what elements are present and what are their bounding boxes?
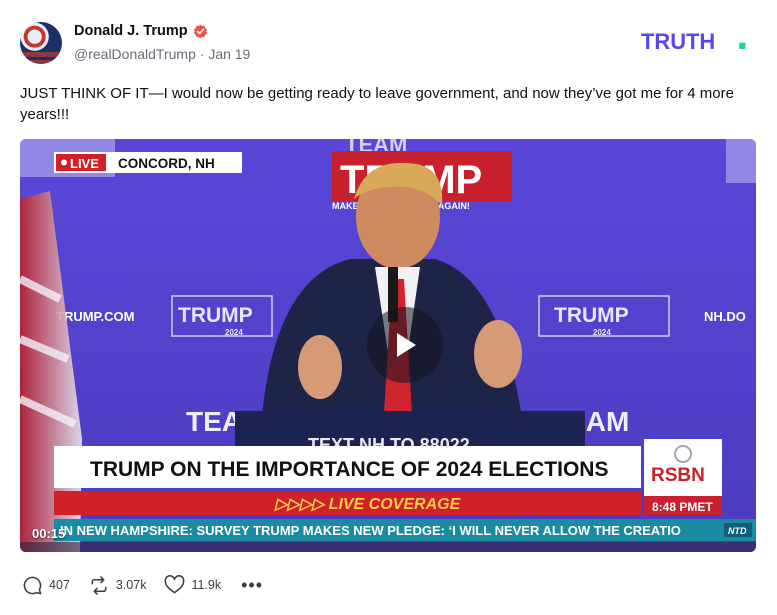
- post-body-text: JUST THINK OF IT—I would now be getting …: [20, 85, 734, 123]
- author-display-name[interactable]: Donald J. Trump: [74, 23, 188, 39]
- video-timecode: 00:15: [32, 526, 66, 541]
- reply-button[interactable]: 407: [22, 575, 70, 596]
- avatar[interactable]: [20, 22, 62, 64]
- reply-icon: [23, 576, 42, 594]
- backdrop-url-left: TRUMP.COM: [56, 309, 134, 324]
- network-name: RSBN: [651, 465, 705, 486]
- heart-icon: [165, 575, 185, 594]
- meta-separator: ·: [199, 46, 205, 62]
- headline-text: TRUMP ON THE IMPORTANCE OF 2024 ELECTION…: [90, 458, 608, 481]
- like-count: 11.9k: [191, 578, 222, 592]
- truth-logo-dot: [739, 42, 746, 49]
- post-header: Donald J. Trump @realDonaldTrump · Jan 1…: [20, 20, 757, 66]
- post-date[interactable]: Jan 19: [208, 46, 250, 62]
- retruth-icon: [91, 575, 107, 595]
- live-coverage-text: ▷▷▷▷ LIVE COVERAGE: [274, 496, 462, 513]
- backdrop-team-left: TEA: [186, 406, 242, 437]
- play-icon: [397, 333, 416, 357]
- video-player[interactable]: TEAM TRUMP MAKE AMERICA GREAT AGAIN! TRU…: [20, 139, 756, 552]
- author-name-row: Donald J. Trump: [74, 23, 208, 39]
- more-options-icon[interactable]: •••: [241, 576, 263, 594]
- sign-right-trump: TRUMP: [554, 304, 629, 327]
- play-button[interactable]: [367, 307, 443, 383]
- live-badge-text: LIVE: [70, 156, 99, 171]
- verified-badge-icon: [193, 24, 207, 38]
- post-actions: 407 3.07k 11.9k •••: [22, 573, 263, 597]
- network-time: 8:48 PMET: [652, 500, 713, 514]
- sign-left-trump: TRUMP: [178, 304, 253, 327]
- sign-left-year: 2024: [225, 328, 243, 337]
- qr-code-right: [726, 139, 756, 183]
- ticker-badge-text: NTD: [728, 526, 747, 536]
- location-text: CONCORD, NH: [118, 156, 215, 171]
- like-button[interactable]: 11.9k: [164, 575, 221, 595]
- reply-count: 407: [49, 578, 70, 592]
- author-meta: @realDonaldTrump · Jan 19: [74, 46, 250, 62]
- retruth-button[interactable]: 3.07k: [88, 575, 147, 596]
- author-handle[interactable]: @realDonaldTrump: [74, 46, 196, 62]
- backdrop-url-right: NH.DO: [704, 309, 746, 324]
- truth-logo-text: TRUTH: [641, 29, 715, 54]
- sign-right-year: 2024: [593, 328, 611, 337]
- truth-social-logo[interactable]: TRUTH: [641, 28, 755, 54]
- retruth-count: 3.07k: [115, 578, 147, 592]
- ticker-text: IN NEW HAMPSHIRE: SURVEY TRUMP MAKES NEW…: [60, 523, 681, 538]
